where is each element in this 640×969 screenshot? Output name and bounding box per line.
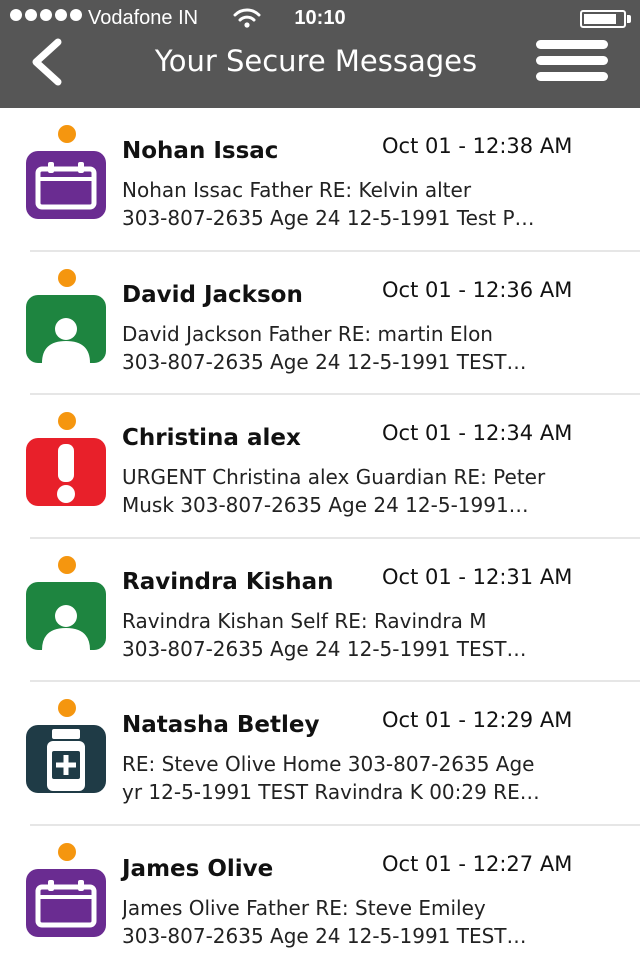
urgent-icon (26, 438, 106, 506)
unread-indicator-dot (58, 125, 76, 143)
sender-name: David Jackson (122, 282, 303, 308)
message-timestamp: Oct 01 - 12:38 AM (382, 134, 572, 158)
navigation-bar: Your Secure Messages (0, 36, 640, 108)
person-icon (26, 582, 106, 650)
preview-line-1: RE: Steve Olive Home 303-807-2635 Age (122, 750, 622, 778)
message-list: Nohan Issac Oct 01 - 12:38 AM Nohan Issa… (0, 108, 640, 969)
sender-name: Natasha Betley (122, 712, 319, 738)
calendar-icon (26, 869, 106, 937)
unread-indicator-dot (58, 843, 76, 861)
message-row[interactable]: Natasha Betley Oct 01 - 12:29 AM RE: Ste… (0, 682, 640, 826)
status-time: 10:10 (0, 7, 640, 30)
preview-line-2: Musk 303-807-2635 Age 24 12-5-1991… (122, 491, 622, 519)
message-row[interactable]: James Olive Oct 01 - 12:27 AM James Oliv… (0, 826, 640, 969)
hamburger-menu-icon[interactable] (536, 40, 608, 86)
preview-line-2: 303-807-2635 Age 24 12-5-1991 TEST… (122, 635, 622, 663)
message-row[interactable]: David Jackson Oct 01 - 12:36 AM David Ja… (0, 252, 640, 396)
message-preview: David Jackson Father RE: martin Elon 303… (122, 320, 622, 376)
message-preview: Ravindra Kishan Self RE: Ravindra M 303-… (122, 607, 622, 663)
unread-indicator-dot (58, 556, 76, 574)
battery-icon (580, 10, 626, 28)
message-timestamp: Oct 01 - 12:27 AM (382, 852, 572, 876)
preview-line-1: Nohan Issac Father RE: Kelvin alter (122, 176, 622, 204)
sender-name: James Olive (122, 856, 273, 882)
preview-line-2: yr 12-5-1991 TEST Ravindra K 00:29 RE… (122, 778, 622, 806)
status-bar: Vodafone IN 10:10 (0, 0, 640, 36)
unread-indicator-dot (58, 269, 76, 287)
message-row[interactable]: Christina alex Oct 01 - 12:34 AM URGENT … (0, 395, 640, 539)
message-row[interactable]: Nohan Issac Oct 01 - 12:38 AM Nohan Issa… (0, 108, 640, 252)
message-timestamp: Oct 01 - 12:29 AM (382, 708, 572, 732)
battery-tip (627, 15, 631, 23)
person-icon (26, 295, 106, 363)
sender-name: Ravindra Kishan (122, 569, 333, 595)
message-preview: RE: Steve Olive Home 303-807-2635 Age yr… (122, 750, 622, 806)
message-preview: URGENT Christina alex Guardian RE: Peter… (122, 463, 622, 519)
preview-line-1: Ravindra Kishan Self RE: Ravindra M (122, 607, 622, 635)
message-timestamp: Oct 01 - 12:34 AM (382, 421, 572, 445)
preview-line-2: 303-807-2635 Age 24 12-5-1991 Test P… (122, 204, 622, 232)
message-timestamp: Oct 01 - 12:36 AM (382, 278, 572, 302)
preview-line-2: 303-807-2635 Age 24 12-5-1991 TEST… (122, 348, 622, 376)
preview-line-1: David Jackson Father RE: martin Elon (122, 320, 622, 348)
sender-name: Christina alex (122, 425, 301, 451)
message-preview: Nohan Issac Father RE: Kelvin alter 303-… (122, 176, 622, 232)
calendar-icon (26, 151, 106, 219)
preview-line-1: James Olive Father RE: Steve Emiley (122, 894, 622, 922)
preview-line-2: 303-807-2635 Age 24 12-5-1991 TEST… (122, 922, 622, 950)
unread-indicator-dot (58, 699, 76, 717)
preview-line-1: URGENT Christina alex Guardian RE: Peter (122, 463, 622, 491)
message-preview: James Olive Father RE: Steve Emiley 303-… (122, 894, 622, 950)
medication-icon (26, 725, 106, 793)
message-row[interactable]: Ravindra Kishan Oct 01 - 12:31 AM Ravind… (0, 539, 640, 683)
unread-indicator-dot (58, 412, 76, 430)
sender-name: Nohan Issac (122, 138, 278, 164)
message-timestamp: Oct 01 - 12:31 AM (382, 565, 572, 589)
